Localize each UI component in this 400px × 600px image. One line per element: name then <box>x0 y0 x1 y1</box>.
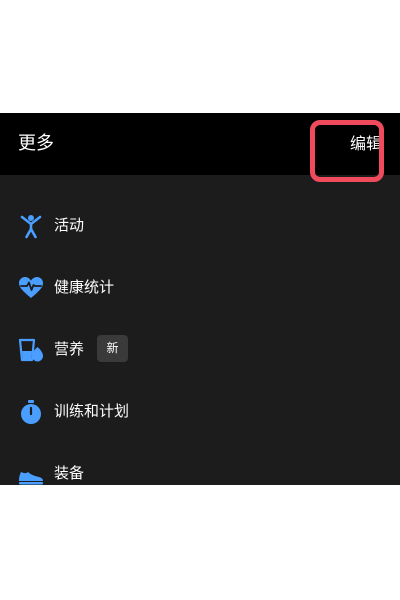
heart-pulse-icon <box>19 277 43 298</box>
app-header: 更多 编辑 <box>0 113 400 175</box>
more-screen: 更多 编辑 活动 健康统计 营养 新 训练和计划 装备 <box>0 113 400 485</box>
menu-item-label: 营养 <box>54 340 85 358</box>
menu-item-gear[interactable]: 装备 <box>0 448 400 485</box>
edit-button[interactable]: 编辑 <box>350 134 382 154</box>
shoe-icon <box>19 472 43 485</box>
menu-item-training[interactable]: 训练和计划 <box>0 386 400 436</box>
menu-item-label: 健康统计 <box>54 278 115 296</box>
page-title: 更多 <box>18 133 54 154</box>
menu-item-label: 活动 <box>54 216 85 234</box>
nutrition-cup-icon <box>18 338 43 362</box>
menu-item-nutrition[interactable]: 营养 新 <box>0 324 400 374</box>
activity-person-icon <box>20 215 42 239</box>
menu-item-activity[interactable]: 活动 <box>0 200 400 250</box>
menu-item-label: 装备 <box>54 464 85 482</box>
menu-item-health-stats[interactable]: 健康统计 <box>0 262 400 312</box>
menu-item-label: 训练和计划 <box>54 402 130 420</box>
stopwatch-icon <box>21 400 41 424</box>
new-badge: 新 <box>97 335 128 362</box>
